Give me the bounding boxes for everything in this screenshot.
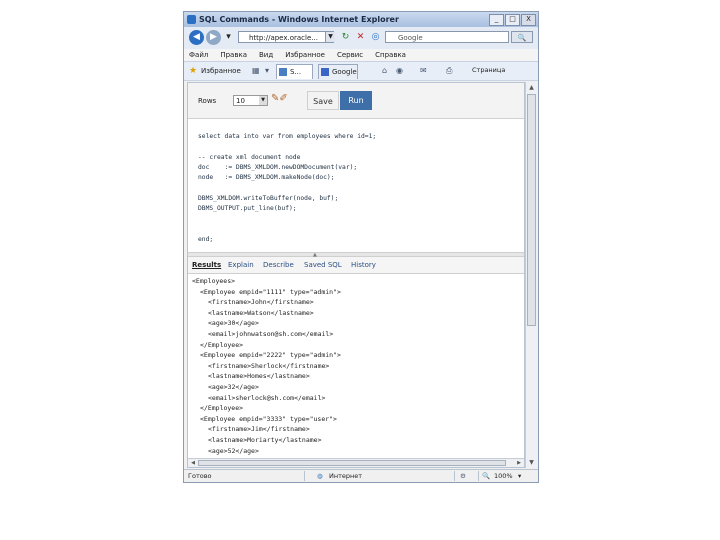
xml-line: <age>32</age> <box>208 383 259 391</box>
rows-select-value: 10 <box>236 97 245 105</box>
editor-line: node := DBMS_XMLDOM.makeNode(doc); <box>198 174 335 181</box>
xml-line: </Employee> <box>200 340 244 349</box>
feeds-icon[interactable]: ◉ <box>396 66 403 75</box>
window-title: SQL Commands - Windows Internet Explorer <box>199 15 399 24</box>
minimize-button[interactable]: _ <box>489 14 504 26</box>
menu-favorites[interactable]: Избранное <box>285 49 325 61</box>
title-bar: SQL Commands - Windows Internet Explorer… <box>184 12 538 27</box>
xml-line: <lastname>Watson</lastname> <box>208 308 314 317</box>
browser-window: SQL Commands - Windows Internet Explorer… <box>183 11 539 483</box>
status-text: Готово <box>188 472 212 480</box>
zoom-dropdown-icon[interactable]: ▾ <box>518 470 521 482</box>
run-button[interactable]: Run <box>340 91 372 110</box>
google-tab-icon <box>321 68 329 76</box>
editor-line: DBMS_XMLDOM.writeToBuffer(node, buf); <box>198 195 339 202</box>
tab-sql-commands[interactable]: S... <box>276 64 313 79</box>
xml-line: <lastname>Moriarty</lastname> <box>208 436 322 444</box>
menu-file[interactable]: Файл <box>189 49 208 61</box>
favorites-star-icon[interactable]: ★ <box>189 66 197 76</box>
xml-line: </Employee> <box>200 404 244 413</box>
address-toolbar: ◀ ▶ ▾ http://apex.oracle... ▼ ↻ ✕ ◎ Goog… <box>184 27 538 49</box>
xml-line: <lastname>Homes</lastname> <box>208 372 310 381</box>
favorites-label[interactable]: Избранное <box>201 67 241 75</box>
tab-label: Google <box>332 68 357 76</box>
horizontal-scroll-thumb[interactable] <box>198 460 506 466</box>
scroll-right-icon[interactable]: ▶ <box>515 459 523 467</box>
home-icon[interactable]: ⌂ <box>382 66 387 75</box>
tab-describe[interactable]: Describe <box>263 261 294 269</box>
security-zone-label: Интернет <box>329 472 363 480</box>
xml-line: <firstname>Sherlock</firstname> <box>208 361 330 370</box>
xml-line: <firstname>Jim</firstname> <box>208 425 310 434</box>
xml-line: <Employee empid="2222" type="admin"> <box>200 351 341 360</box>
vertical-scrollbar[interactable]: ▲ ▼ <box>525 82 537 468</box>
xml-line: <Employee empid="1111" type="admin"> <box>200 287 341 296</box>
results-tabs: Results Explain Describe Saved SQL Histo… <box>188 257 524 274</box>
rows-label: Rows <box>198 97 217 105</box>
protected-mode-icon[interactable]: ⚙ <box>460 470 466 482</box>
editor-line: doc := DBMS_XMLDOM.newDOMDocument(var); <box>198 164 358 171</box>
menu-view[interactable]: Вид <box>259 49 273 61</box>
xml-line: <email>sherlock@sh.com</email> <box>208 393 326 402</box>
stop-icon[interactable]: ✕ <box>355 32 366 43</box>
scroll-up-icon[interactable]: ▲ <box>527 83 536 92</box>
xml-line: <age>30</age> <box>208 319 259 328</box>
scroll-down-icon[interactable]: ▼ <box>527 458 536 467</box>
sql-editor[interactable]: select data into var from employees wher… <box>188 119 524 252</box>
editor-line: end; <box>198 236 214 243</box>
tab-results[interactable]: Results <box>192 261 221 269</box>
back-button[interactable]: ◀ <box>189 30 204 45</box>
tab-explain[interactable]: Explain <box>228 261 254 269</box>
zoom-level[interactable]: 100% <box>494 470 513 482</box>
pencil-icon[interactable]: ✎✐ <box>271 93 288 104</box>
close-button[interactable]: X <box>521 14 536 26</box>
ie-app-icon <box>187 15 196 24</box>
forward-button[interactable]: ▶ <box>206 30 221 45</box>
editor-line: select data into var from employees wher… <box>198 133 377 140</box>
menu-tools[interactable]: Сервис <box>337 49 363 61</box>
save-button[interactable]: Save <box>307 91 339 110</box>
menu-edit[interactable]: Правка <box>220 49 247 61</box>
zoom-icon[interactable]: 🔍 <box>482 470 490 482</box>
search-provider-icon[interactable]: ◎ <box>370 32 381 43</box>
page-content: Rows 10 ▼ ✎✐ Save Run select data into v… <box>187 82 525 468</box>
horizontal-scrollbar[interactable]: ◀ ▶ <box>188 458 524 467</box>
menu-help[interactable]: Справка <box>375 49 406 61</box>
chevron-down-icon: ▼ <box>259 96 267 105</box>
tab-history[interactable]: History <box>351 261 376 269</box>
tab-grid-icon[interactable]: ▦ <box>252 66 260 75</box>
editor-line: DBMS_OUTPUT.put_line(buf); <box>198 205 297 212</box>
mail-icon[interactable]: ✉ <box>420 66 427 75</box>
xml-line: <age>52</age> <box>208 446 259 455</box>
vertical-scroll-thumb[interactable] <box>527 94 536 326</box>
print-icon[interactable]: ⎙ <box>446 66 452 76</box>
favorites-bar: ★ Избранное ▦ ▾ S... Google ⌂ ◉ ✉ ⎙ Стра… <box>184 61 538 81</box>
page-menu[interactable]: Страница <box>472 66 505 74</box>
tab-label: S... <box>290 68 302 76</box>
xml-line: <Employee empid="3333" type="user"> <box>200 414 337 423</box>
history-dropdown-icon[interactable]: ▾ <box>223 32 234 43</box>
tab-google[interactable]: Google <box>318 64 358 79</box>
tab-page-icon <box>279 68 287 76</box>
tab-saved-sql[interactable]: Saved SQL <box>304 261 342 269</box>
maximize-button[interactable]: □ <box>505 14 520 26</box>
sql-command-toolbar: Rows 10 ▼ ✎✐ Save Run <box>188 83 524 119</box>
xml-line: <email>johnwatson@sh.com</email> <box>208 330 334 338</box>
tab-list-dropdown-icon[interactable]: ▾ <box>265 66 269 75</box>
editor-line: -- create xml document node <box>198 154 301 161</box>
menu-bar: Файл Правка Вид Избранное Сервис Справка <box>184 49 538 61</box>
status-bar: Готово ◍ Интернет ⚙ 🔍 100% ▾ <box>184 469 538 482</box>
refresh-icon[interactable]: ↻ <box>340 32 351 43</box>
scroll-left-icon[interactable]: ◀ <box>189 459 197 467</box>
rows-select[interactable]: 10 ▼ <box>233 95 268 106</box>
xml-line: <firstname>John</firstname> <box>208 298 314 307</box>
search-button[interactable]: 🔍 <box>511 31 533 43</box>
xml-results: <Employees> <Employee empid="1111" type="… <box>188 275 524 458</box>
address-field[interactable]: http://apex.oracle... <box>238 31 334 43</box>
search-input[interactable]: Google <box>385 31 509 43</box>
xml-line: <Employees> <box>192 277 236 285</box>
address-dropdown-icon[interactable]: ▼ <box>325 32 335 42</box>
internet-zone-icon: ◍ <box>317 472 323 480</box>
